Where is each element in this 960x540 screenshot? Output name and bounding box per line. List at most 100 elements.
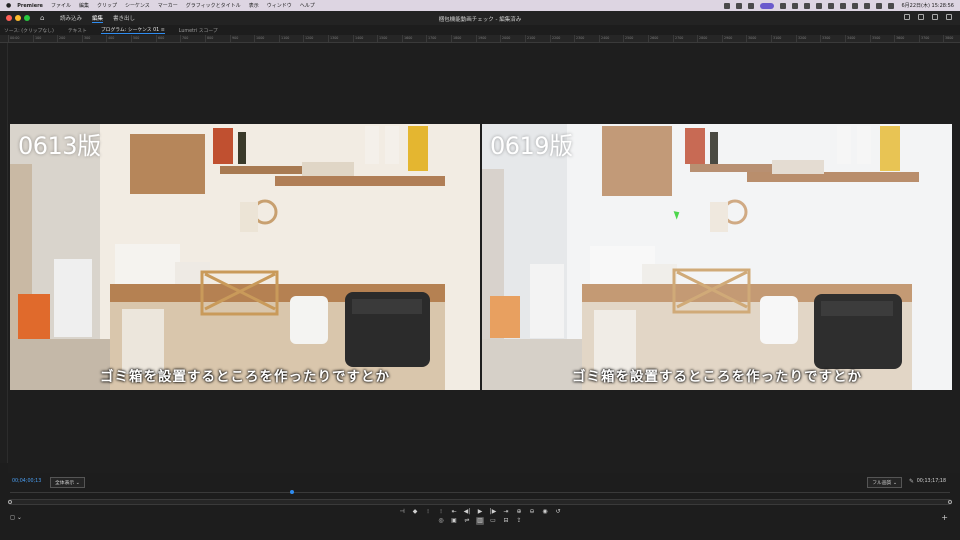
ruler-label: 2600 <box>650 36 659 40</box>
step-forward-button[interactable]: |▶ <box>489 508 497 516</box>
mac-menubar: ● Premiere ファイル 編集 クリップ シーケンス マーカー グラフィッ… <box>0 0 960 11</box>
ruler-label: 700 <box>182 36 189 40</box>
monitor-info-bar: 00;04;00;13 全体表示 ⌄ フル画質 ⌄ ✎ 00;13;17;18 <box>0 475 960 488</box>
fullscreen-icon[interactable] <box>946 14 952 20</box>
ruler-tick <box>943 35 944 43</box>
ruler-tick <box>623 35 624 43</box>
video-frame-0619[interactable]: 0619版 ゴミ箱を設置するところを作ったりですとか <box>482 124 952 390</box>
ruler-label: 300 <box>84 36 91 40</box>
tab-source-monitor[interactable]: ソース: (クリップなし) <box>4 27 54 34</box>
ruler-tick <box>131 35 132 43</box>
playback-quality-select[interactable]: フル画質 ⌄ <box>867 477 902 488</box>
tab-program-monitor[interactable]: プログラム: シーケンス 01 ≡ <box>100 26 165 34</box>
vr-video-button[interactable]: ▭ <box>489 517 497 525</box>
loop-button[interactable]: ↺ <box>554 508 562 516</box>
ruler-label: 1400 <box>355 36 364 40</box>
go-to-out-button[interactable]: ⇥ <box>502 508 510 516</box>
video-frame-0613[interactable]: 0613版 ゴミ箱を設置するところを作ったりですとか <box>10 124 480 390</box>
mark-out-button-2[interactable]: ⦙ <box>437 508 445 516</box>
ruler-label: 3800 <box>945 36 954 40</box>
tab-text[interactable]: テキスト <box>68 27 87 34</box>
scrollbar-right-handle[interactable] <box>948 500 952 504</box>
menu-marker[interactable]: マーカー <box>158 2 178 9</box>
menu-file[interactable]: ファイル <box>51 2 71 9</box>
ruler-label: 2800 <box>699 36 708 40</box>
status-icon[interactable] <box>723 2 730 9</box>
menu-view[interactable]: 表示 <box>249 2 259 9</box>
insert-button[interactable]: ⊕ <box>515 508 523 516</box>
menubar-clock[interactable]: 6月22日(木) 15:28:56 <box>902 2 955 9</box>
ruler-label: 500 <box>133 36 140 40</box>
playhead-scrubber[interactable] <box>10 490 950 494</box>
panel-layout-icon[interactable] <box>918 14 924 20</box>
ruler-tick <box>697 35 698 43</box>
ruler-tick <box>722 35 723 43</box>
ruler-label: 1800 <box>453 36 462 40</box>
ruler-tick <box>894 35 895 43</box>
ruler-label: 3600 <box>896 36 905 40</box>
transport-controls: ◻ ⌄ ⊣ ◆ ⦙ ⦙ ⇤ ◀| ▶ |▶ ⇥ ⊕ ⊖ ◉ ↺ ◎ ▣ ⇌ ▥ … <box>0 508 960 530</box>
go-to-in-button[interactable]: ⇤ <box>450 508 458 516</box>
scrollbar-left-handle[interactable] <box>8 500 12 504</box>
status-icon[interactable] <box>791 2 798 9</box>
wifi-icon[interactable] <box>875 2 882 9</box>
mark-in-button[interactable]: ⊣ <box>398 508 406 516</box>
ruler-tick <box>796 35 797 43</box>
add-button-icon[interactable]: + <box>941 513 948 522</box>
add-marker-button[interactable]: ◆ <box>411 508 419 516</box>
playhead-marker[interactable] <box>290 490 294 494</box>
toggle-proxies-button[interactable]: ⊟ <box>502 517 510 525</box>
menu-app[interactable]: Premiere <box>17 3 43 9</box>
share-icon[interactable] <box>932 14 938 20</box>
recording-indicator-icon[interactable] <box>759 2 774 9</box>
step-back-button[interactable]: ◀| <box>463 508 471 516</box>
current-timecode[interactable]: 00;04;00;13 <box>12 479 41 484</box>
workspace-icon[interactable] <box>904 14 910 20</box>
mark-out-button[interactable]: ⦙ <box>424 508 432 516</box>
menu-sequence[interactable]: シーケンス <box>125 2 150 9</box>
play-button[interactable]: ▶ <box>476 508 484 516</box>
menu-edit[interactable]: 編集 <box>79 2 89 9</box>
battery-icon[interactable] <box>851 2 858 9</box>
vertical-ruler <box>0 43 8 463</box>
ruler-tick <box>156 35 157 43</box>
zoom-scrollbar[interactable] <box>8 499 952 505</box>
status-icon[interactable] <box>779 2 786 9</box>
compare-view-button[interactable]: ⇌ <box>463 517 471 525</box>
menu-clip[interactable]: クリップ <box>97 2 117 9</box>
export-frame-button[interactable]: ◉ <box>541 508 549 516</box>
status-icon[interactable] <box>815 2 822 9</box>
bluetooth-icon[interactable] <box>863 2 870 9</box>
status-icon[interactable] <box>735 2 742 9</box>
ruler-tick <box>353 35 354 43</box>
subtitle-caption: ゴミ箱を設置するところを作ったりですとか <box>100 369 390 385</box>
safe-margins-button[interactable]: ◎ <box>437 517 445 525</box>
menu-graphics[interactable]: グラフィックとタイトル <box>186 2 241 9</box>
menu-window[interactable]: ウィンドウ <box>267 2 292 9</box>
ruler-label: 1000 <box>256 36 265 40</box>
ruler-tick <box>8 35 9 43</box>
ruler-label: 2500 <box>625 36 634 40</box>
version-label: 0613版 <box>18 132 101 160</box>
status-icon[interactable] <box>747 2 754 9</box>
menu-help[interactable]: ヘルプ <box>300 2 315 9</box>
multicam-button[interactable]: ▣ <box>450 517 458 525</box>
status-icon[interactable] <box>803 2 810 9</box>
scrubber-track[interactable] <box>10 492 950 493</box>
transport-row-2: ◎ ▣ ⇌ ▥ ▭ ⊟ ⇪ <box>0 517 960 525</box>
ruler-tick <box>451 35 452 43</box>
ruler-label: 2700 <box>675 36 684 40</box>
wrench-icon[interactable]: ✎ <box>909 478 914 485</box>
control-center-icon[interactable] <box>887 2 894 9</box>
export-button[interactable]: ⇪ <box>515 517 523 525</box>
split-view-button[interactable]: ▥ <box>476 517 484 525</box>
tab-lumetri-scopes[interactable]: Lumetri スコープ <box>179 27 218 34</box>
zoom-fit-select[interactable]: 全体表示 ⌄ <box>50 477 85 488</box>
ruler-label: 1100 <box>281 36 290 40</box>
overwrite-button[interactable]: ⊖ <box>528 508 536 516</box>
status-icon[interactable] <box>839 2 846 9</box>
ruler-label: 3000 <box>748 36 757 40</box>
status-icon[interactable] <box>827 2 834 9</box>
apple-menu-icon[interactable]: ● <box>6 2 11 9</box>
ruler-tick <box>648 35 649 43</box>
